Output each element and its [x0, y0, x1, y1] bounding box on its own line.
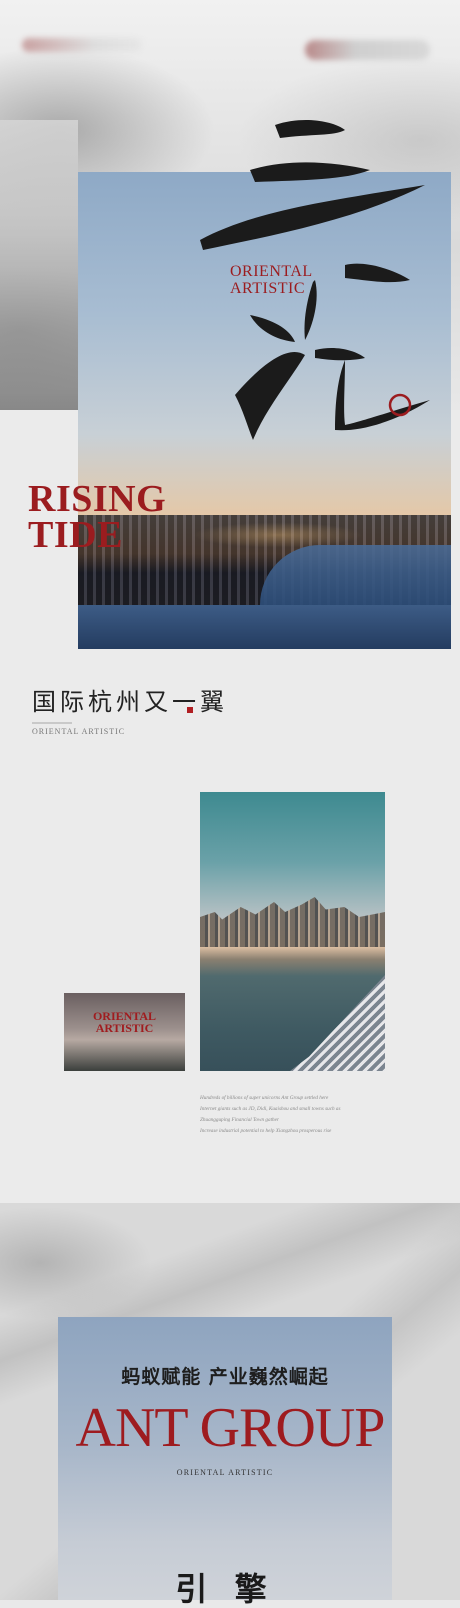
- subline-en: ORIENTAL ARTISTIC: [176, 1468, 274, 1477]
- description-paragraph: Hundreds of billions of super unicorns A…: [200, 1093, 400, 1137]
- river-water: [78, 605, 451, 649]
- headline: RISING TIDE: [28, 478, 167, 556]
- section-title-cn: 国际杭州又一翼: [32, 688, 228, 716]
- headline-line2: TIDE: [28, 514, 123, 556]
- headline-line1: RISING: [28, 478, 167, 520]
- stacked-label-line1: ORIENTAL: [230, 263, 313, 280]
- paragraph-line: Hundreds of billions of super unicorns A…: [200, 1095, 329, 1101]
- river-bend: [260, 545, 451, 605]
- bottom-title-cn: 引 擎: [175, 1570, 275, 1608]
- inset-label: ORIENTAL ARTISTIC: [64, 1010, 185, 1034]
- paragraph-line: Increase industrial potential to help Xi…: [200, 1128, 332, 1134]
- ink-mountain-left: [0, 120, 78, 410]
- inset-label-line2: ARTISTIC: [95, 1021, 154, 1035]
- section-subtitle-en: ORIENTAL ARTISTIC: [32, 727, 126, 736]
- tagline-cn: 蚂蚁赋能 产业巍然崛起: [121, 1366, 329, 1388]
- paragraph-line: Zhuangguping Financial Town gather: [200, 1117, 279, 1123]
- ant-group-headline: ANT GROUP: [75, 1397, 386, 1459]
- stacked-label-line2: ARTISTIC: [230, 280, 306, 297]
- paragraph-line: Internet giants such as JD, Didi, Kuaish…: [200, 1106, 341, 1112]
- divider-line: [32, 722, 72, 724]
- blurred-logo-left: [22, 38, 142, 52]
- red-accent-mark: [187, 707, 193, 713]
- blurred-logo-right: [305, 40, 430, 60]
- stacked-label: ORIENTAL ARTISTIC: [230, 263, 313, 297]
